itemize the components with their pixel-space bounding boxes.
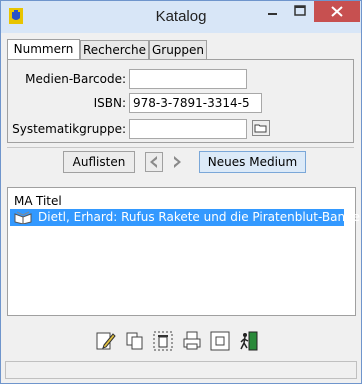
tab-gruppen[interactable]: Gruppen [149,40,207,59]
barcode-input[interactable] [129,69,247,89]
katalog-window: Katalog Nummern Recherche Gruppen Medien… [0,0,362,384]
barcode-label: Medien-Barcode: [25,72,126,86]
tab-recherche[interactable]: Recherche [80,40,149,59]
isbn-input[interactable]: 978-3-7891-3314-5 [129,93,262,113]
folder-icon[interactable] [252,120,270,136]
group-label: Systematikgruppe: [12,122,126,136]
result-list: MA Titel Dietl, Erhard: Rufus Rakete und… [7,187,360,316]
isbn-label: ISBN: [93,96,126,110]
title-bar[interactable]: Katalog [1,1,361,33]
list-item[interactable]: Dietl, Erhard: Rufus Rakete und die Pira… [10,209,360,226]
search-panel: Medien-Barcode: ISBN: 978-3-7891-3314-5 … [7,59,354,143]
minimize-button[interactable] [259,1,287,23]
exit-icon[interactable] [239,331,259,351]
copy-icon[interactable] [125,331,145,351]
delete-icon[interactable] [153,331,173,351]
column-titel[interactable]: Titel [36,194,62,208]
list-item-title: Dietl, Erhard: Rufus Rakete und die Pira… [38,210,361,224]
frame-icon[interactable] [210,331,230,351]
list-button[interactable]: Auflisten [63,151,135,173]
print-icon[interactable] [182,331,202,351]
separator [7,147,354,148]
group-input[interactable] [129,119,247,139]
status-bar [5,361,357,379]
new-medium-button[interactable]: Neues Medium [199,151,306,173]
chevron-left-icon[interactable] [145,152,163,172]
book-icon [14,211,32,224]
tab-nummern[interactable]: Nummern [7,39,80,60]
maximize-button[interactable] [286,1,314,23]
chevron-right-icon[interactable] [168,152,186,172]
column-ma[interactable]: MA [14,194,33,208]
edit-icon[interactable] [96,331,116,351]
close-button[interactable] [314,1,360,22]
